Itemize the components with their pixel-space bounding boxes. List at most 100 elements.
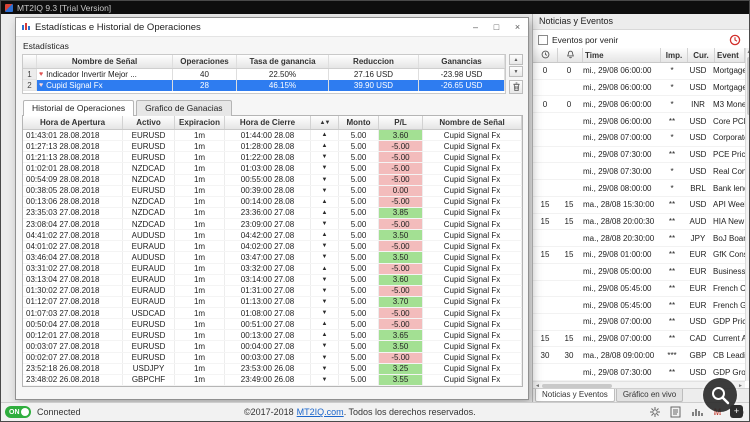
bell-icon (566, 50, 575, 61)
history-column-header[interactable]: Activo (123, 116, 175, 129)
upcoming-events-checkbox[interactable] (538, 34, 548, 45)
amount-cell: 5.00 (339, 141, 379, 152)
stats-column-header[interactable]: Nombre de Señal (37, 55, 173, 68)
trade-row[interactable]: 00:38:05 28.08.2018 EURUSD 1m 00:39:00 28.0… (23, 185, 522, 197)
trade-row[interactable]: 00:54:09 28.08.2018 NZDCAD 1m 00:55:00 28.0… (23, 174, 522, 186)
alarm-column-header[interactable] (533, 48, 558, 62)
expiration-cell: 1m (175, 230, 225, 241)
trade-row[interactable]: 23:48:02 26.08.2018 GBPCHF 1m 23:49:00 26.0… (23, 374, 522, 386)
trade-row[interactable]: 23:35:03 27.08.2018 NZDCAD 1m 23:36:00 27.0… (23, 207, 522, 219)
time-column-header[interactable]: Time (583, 48, 661, 62)
news-event-row[interactable]: 30 30 ma., 28/08 09:00:00 *** GBP CB Leading … (533, 347, 745, 365)
signal-move-down-button[interactable]: ▼ (509, 66, 523, 77)
trade-row[interactable]: 00:13:06 28.08.2018 NZDCAD 1m 00:14:00 28.0… (23, 196, 522, 208)
trade-row[interactable]: 01:43:01 28.08.2018 EURUSD 1m 01:44:00 28.0… (23, 130, 522, 142)
tab-grafico-en-vivo[interactable]: Gráfico en vivo (615, 389, 684, 402)
tab-historial-de-operaciones[interactable]: Historial de Operaciones (23, 100, 135, 116)
amount-cell: 5.00 (339, 285, 379, 296)
currency-column-header[interactable]: Cur. (688, 48, 715, 62)
profit-loss-cell: -5.00 (379, 174, 423, 185)
trade-row[interactable]: 03:31:02 27.08.2018 EURAUD 1m 03:32:00 27.0… (23, 263, 522, 275)
history-column-header[interactable]: P/L (379, 116, 423, 129)
signal-name-cell: Cupid Signal Fx (423, 185, 522, 196)
news-event-row[interactable]: 0 0 mi., 29/08 06:00:00 * USD Mortgage Market… (533, 63, 745, 80)
news-event-row[interactable]: mi., 29/08 07:30:00 ** USD PCE Prices QoQ (533, 146, 745, 164)
direction-cell: ▼ (311, 296, 339, 307)
trade-row[interactable]: 00:03:07 27.08.2018 EURUSD 1m 00:04:00 27.0… (23, 341, 522, 353)
news-event-row[interactable]: 15 15 mi., 29/08 01:00:00 ** EUR GfK Consumer… (533, 247, 745, 264)
event-time-cell: mi., 29/08 08:00:00 (583, 183, 652, 193)
news-event-row[interactable]: mi., 29/08 05:45:00 ** EUR French GDP Growt… (533, 297, 745, 315)
stats-column-header[interactable]: Tasa de ganancia (237, 55, 329, 68)
trade-row[interactable]: 23:52:18 26.08.2018 USDJPY 1m 23:53:00 26.0… (23, 363, 522, 375)
power-toggle[interactable]: ON (5, 406, 31, 418)
news-event-row[interactable]: mi., 29/08 07:30:00 * USD Real Consumer Spe… (533, 163, 745, 181)
event-name-cell: Core PCE Prices QoQ (713, 116, 745, 126)
website-link[interactable]: MT2IQ.com (297, 407, 344, 417)
minimize-button[interactable]: – (465, 22, 486, 32)
tab-noticias-y-eventos[interactable]: Noticias y Eventos (535, 389, 615, 402)
trade-row[interactable]: 23:08:04 27.08.2018 NZDCAD 1m 23:09:00 27.0… (23, 219, 522, 231)
history-column-header[interactable]: Expiracion (175, 116, 225, 129)
signal-row[interactable]: 2 ♥ Cupid Signal Fx 28 46.15% 39.90 USD -26.65… (23, 80, 505, 91)
news-event-row[interactable]: ma., 28/08 20:30:00 ** JPY BoJ Board Member… (533, 230, 745, 248)
news-vertical-scrollbar[interactable]: ▲ (745, 48, 749, 381)
news-event-row[interactable]: mi., 29/08 08:00:00 * BRL Bank lending MoM (533, 180, 745, 197)
history-table-body: 01:43:01 28.08.2018 EURUSD 1m 01:44:00 28.0… (23, 130, 522, 386)
news-event-row[interactable]: 15 15 mi., 29/08 07:00:00 ** CAD Current Acco… (533, 330, 745, 348)
trade-row[interactable]: 01:30:02 27.08.2018 EURAUD 1m 01:31:00 27.0… (23, 285, 522, 297)
stats-column-header[interactable]: Ganancias (419, 55, 505, 68)
status-bar: ON Connected ©2017-2018 MT2IQ.com. Todos … (1, 402, 749, 421)
signal-row[interactable]: 1 ♥ Indicador Invertir Mejor ... 40 22.50% 27… (23, 69, 505, 80)
close-button[interactable]: × (507, 22, 528, 32)
history-column-header[interactable]: Hora de Cierre (225, 116, 311, 129)
trade-row[interactable]: 01:12:07 27.08.2018 EURAUD 1m 01:13:00 27.0… (23, 296, 522, 308)
trade-row[interactable]: 04:41:02 27.08.2018 AUDUSD 1m 04:42:00 27.0… (23, 230, 522, 242)
scroll-up-icon[interactable]: ▲ (747, 48, 749, 56)
news-table-header: Time Imp. Cur. Event (533, 48, 745, 63)
news-event-row[interactable]: 15 15 ma., 28/08 20:00:30 ** AUD HIA New Home… (533, 213, 745, 231)
clock-icon (541, 50, 550, 61)
news-event-row[interactable]: mi., 29/08 06:00:00 ** USD Core PCE Prices … (533, 113, 745, 130)
dialog-titlebar[interactable]: Estadísticas e Historial de Operaciones … (16, 18, 528, 37)
news-event-row[interactable]: mi., 29/08 07:00:00 ** USD GDP Price Index … (533, 314, 745, 331)
news-event-row[interactable]: mi., 29/08 06:00:00 * USD Mortgage Refinanc… (533, 79, 745, 97)
trade-row[interactable]: 01:27:13 28.08.2018 EURUSD 1m 01:28:00 28.0… (23, 141, 522, 153)
trade-row[interactable]: 00:02:07 27.08.2018 EURUSD 1m 00:03:00 27.0… (23, 352, 522, 364)
news-event-row[interactable]: 0 0 mi., 29/08 06:00:00 * INR M3 Money Supply (533, 96, 745, 114)
trade-row[interactable]: 01:02:01 28.08.2018 NZDCAD 1m 01:03:00 28.0… (23, 163, 522, 175)
maximize-button[interactable]: □ (486, 22, 507, 32)
trade-row[interactable]: 01:07:03 27.08.2018 USDCAD 1m 01:08:00 27.0… (23, 308, 522, 320)
put-arrow-icon: ▼ (321, 176, 328, 183)
history-column-header[interactable]: Hora de Apertura (23, 116, 123, 129)
signal-name: Indicador Invertir Mejor ... (46, 70, 137, 79)
alarm-clock-icon[interactable] (729, 34, 741, 46)
direction-cell: ▼ (311, 374, 339, 385)
trade-row[interactable]: 00:12:01 27.08.2018 EURUSD 1m 00:13:00 27.0… (23, 330, 522, 342)
news-event-row[interactable]: mi., 29/08 05:00:00 ** EUR Business Confide… (533, 263, 745, 281)
trade-row[interactable]: 03:13:04 27.08.2018 EURAUD 1m 03:14:00 27.0… (23, 274, 522, 286)
news-event-row[interactable]: 15 15 ma., 28/08 15:30:00 ** USD API Weekly C… (533, 196, 745, 214)
trade-row[interactable]: 00:50:04 27.08.2018 EURUSD 1m 00:51:00 27.0… (23, 319, 522, 331)
tab-grafico-de-ganancias[interactable]: Grafico de Ganacias (136, 100, 232, 116)
news-event-row[interactable]: mi., 29/08 05:45:00 ** EUR French Consumer … (533, 280, 745, 298)
delete-signal-button[interactable] (509, 80, 523, 94)
trade-row[interactable]: 01:21:13 28.08.2018 EURUSD 1m 01:22:00 28.0… (23, 152, 522, 164)
trade-row[interactable]: 03:46:04 27.08.2018 AUDUSD 1m 03:47:00 27.0… (23, 252, 522, 264)
event-column-header[interactable]: Event (715, 48, 745, 62)
news-icon[interactable] (669, 406, 682, 419)
settings-gear-icon[interactable] (648, 406, 661, 419)
amount-cell: 5.00 (339, 152, 379, 163)
news-event-row[interactable]: mi., 29/08 07:00:00 * USD Corporate Profits… (533, 129, 745, 147)
importance-column-header[interactable]: Imp. (661, 48, 688, 62)
history-column-header[interactable]: Monto (339, 116, 379, 129)
stats-column-header[interactable]: Operaciones (173, 55, 237, 68)
sort-column-header[interactable]: ▲▼ (311, 116, 339, 129)
stats-column-header[interactable]: Reduccion (329, 55, 419, 68)
chart-icon[interactable] (690, 406, 703, 419)
signal-move-up-button[interactable]: ▲ (509, 54, 523, 65)
scrollbar-thumb[interactable] (542, 383, 612, 388)
trade-row[interactable]: 04:01:02 27.08.2018 EURAUD 1m 04:02:00 27.0… (23, 241, 522, 253)
notification-column-header[interactable] (558, 48, 583, 62)
history-column-header[interactable]: Nombre de Señal (423, 116, 522, 129)
